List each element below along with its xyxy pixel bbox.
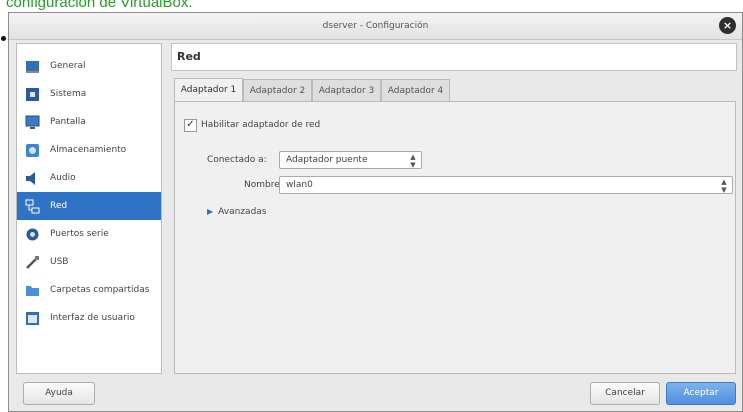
enable-adapter-label: Habilitar adaptador de red — [201, 120, 321, 130]
sidebar-item-label: Red — [50, 201, 68, 211]
sidebar-item-storage[interactable]: Almacenamiento — [17, 136, 161, 164]
sidebar-item-label: Sistema — [50, 89, 87, 99]
audio-icon — [25, 171, 40, 186]
page-title: Red — [171, 43, 737, 71]
sidebar-item-label: Carpetas compartidas — [50, 285, 150, 295]
attached-to-value: Adaptador puente — [286, 155, 368, 165]
name-value: wlan0 — [286, 180, 313, 190]
attached-to-select[interactable]: Adaptador puente ▲▼ — [279, 151, 422, 169]
shared-folders-icon — [25, 283, 40, 298]
sidebar-item-system[interactable]: Sistema — [17, 80, 161, 108]
cancel-button[interactable]: Cancelar — [590, 382, 660, 405]
title-bar: dserver - Configuración × — [9, 13, 742, 40]
serial-ports-icon — [25, 227, 40, 242]
enable-adapter-checkbox[interactable]: ✓ — [184, 119, 197, 132]
accept-button[interactable]: Aceptar — [666, 382, 736, 405]
caption-link[interactable]: configuración de VirtualBox. — [6, 0, 193, 11]
advanced-expander[interactable]: ▶ Avanzadas — [207, 207, 267, 217]
sidebar-item-label: Almacenamiento — [50, 145, 127, 155]
sidebar-item-network[interactable]: Red — [17, 192, 161, 220]
help-button[interactable]: Ayuda — [23, 382, 95, 405]
sidebar-item-user-interface[interactable]: Interfaz de usuario — [17, 304, 161, 332]
sidebar-item-audio[interactable]: Audio — [17, 164, 161, 192]
network-icon — [25, 199, 40, 214]
sidebar-item-label: Puertos serie — [50, 229, 109, 239]
storage-icon — [25, 143, 40, 158]
close-icon[interactable]: × — [719, 17, 736, 34]
sidebar-item-serial-ports[interactable]: Puertos serie — [17, 220, 161, 248]
adapter-tab-panel: ✓ Habilitar adaptador de red Conectado a… — [174, 101, 736, 374]
sidebar-item-label: Audio — [50, 173, 76, 183]
name-label: Nombre: — [244, 180, 283, 190]
system-icon — [25, 87, 40, 102]
tab-adapter-4[interactable]: Adaptador 4 — [381, 79, 450, 101]
chevron-up-down-icon: ▲▼ — [409, 153, 417, 169]
chevron-up-down-icon: ▲▼ — [720, 178, 728, 194]
window-title: dserver - Configuración — [322, 21, 429, 31]
settings-window: dserver - Configuración × General Sistem… — [8, 12, 743, 412]
tab-adapter-1[interactable]: Adaptador 1 — [174, 78, 243, 102]
attached-to-label: Conectado a: — [207, 155, 267, 165]
sidebar-item-shared-folders[interactable]: Carpetas compartidas — [17, 276, 161, 304]
name-select[interactable]: wlan0 ▲▼ — [279, 176, 733, 194]
sidebar-item-usb[interactable]: USB — [17, 248, 161, 276]
expand-triangle-icon: ▶ — [207, 207, 214, 216]
user-interface-icon — [25, 311, 40, 326]
sidebar-item-label: Interfaz de usuario — [50, 313, 135, 323]
usb-icon — [25, 255, 40, 270]
display-icon — [25, 115, 40, 130]
settings-sidebar: General Sistema Pantalla Almacenamiento … — [16, 43, 162, 374]
tab-adapter-3[interactable]: Adaptador 3 — [312, 79, 381, 101]
sidebar-item-label: USB — [50, 257, 69, 267]
advanced-label: Avanzadas — [218, 207, 267, 217]
tab-adapter-2[interactable]: Adaptador 2 — [243, 79, 312, 101]
sidebar-item-label: General — [50, 61, 86, 71]
sidebar-item-label: Pantalla — [50, 117, 86, 127]
sidebar-item-display[interactable]: Pantalla — [17, 108, 161, 136]
list-bullet — [1, 36, 6, 41]
sidebar-item-general[interactable]: General — [17, 52, 161, 80]
general-icon — [25, 59, 40, 74]
main-panel: Red Adaptador 1 Adaptador 2 Adaptador 3 … — [171, 43, 737, 374]
